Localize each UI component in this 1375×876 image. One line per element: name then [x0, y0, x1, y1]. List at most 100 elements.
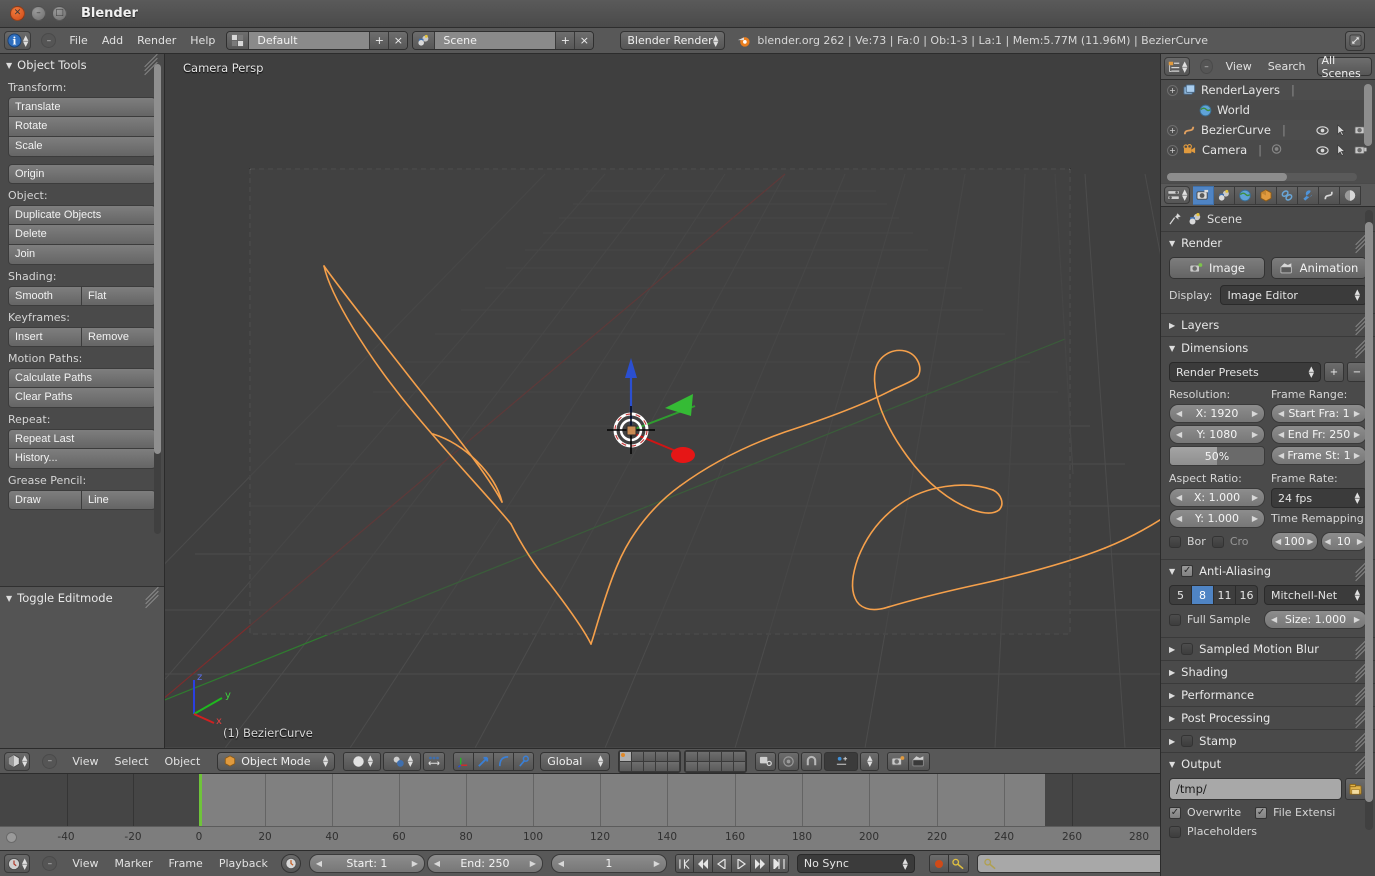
jump-to-start-icon[interactable] — [675, 854, 694, 873]
render-image-button[interactable]: Image — [1169, 257, 1265, 279]
outliner-menu-search[interactable]: Search — [1261, 58, 1313, 75]
cursor-icon[interactable] — [1336, 144, 1347, 157]
properties-tab-scene[interactable] — [1214, 186, 1235, 205]
object-tools-panel-header[interactable]: ▼ Object Tools — [0, 54, 164, 76]
dimensions-section-header[interactable]: ▼ Dimensions — [1161, 337, 1375, 359]
aa-sample-8[interactable]: 8 — [1192, 585, 1214, 605]
layer-block-2[interactable] — [684, 750, 747, 773]
pin-icon[interactable] — [1169, 212, 1183, 226]
collapse-menu-icon[interactable]: – — [42, 856, 57, 871]
scene-remove-button[interactable]: × — [574, 31, 593, 50]
properties-tab-render[interactable] — [1193, 186, 1214, 205]
insert-keyframe-button[interactable]: Insert — [8, 327, 82, 347]
scene-add-button[interactable]: + — [555, 31, 574, 50]
post-processing-header[interactable]: ▶ Post Processing — [1161, 707, 1375, 729]
cursor-icon[interactable] — [1336, 124, 1347, 137]
outliner-editor-type-selector[interactable]: ▲▼ — [1164, 57, 1190, 76]
aa-sample-11[interactable]: 11 — [1214, 585, 1236, 605]
arrow-right-icon[interactable]: ▶ — [1357, 537, 1363, 546]
outliner-display-mode-dropdown[interactable]: All Scenes — [1317, 57, 1373, 76]
eye-icon[interactable] — [1316, 145, 1329, 156]
calculate-paths-button[interactable]: Calculate Paths — [8, 368, 156, 388]
timeline-menu-frame[interactable]: Frame — [162, 855, 210, 872]
auto-keying-button[interactable] — [281, 854, 301, 873]
play-reverse-icon[interactable] — [713, 854, 732, 873]
arrow-left-icon[interactable]: ◀ — [1278, 430, 1284, 439]
repeat-last-button[interactable]: Repeat Last — [8, 429, 156, 449]
timeline-menu-playback[interactable]: Playback — [212, 855, 275, 872]
render-animation-button[interactable]: Animation — [1271, 257, 1367, 279]
outliner-row-beziercurve[interactable]: + BezierCurve | — [1161, 120, 1375, 140]
timeline-menu-view[interactable]: View — [65, 855, 105, 872]
layer-block-1[interactable] — [618, 750, 681, 773]
eye-icon[interactable] — [1316, 125, 1329, 136]
screen-layout-remove-button[interactable]: × — [388, 31, 407, 50]
scale-handle-icon[interactable] — [514, 752, 534, 771]
folder-icon[interactable] — [1345, 778, 1367, 800]
aa-size-field[interactable]: ◀ Size: 1.000 ▶ — [1264, 610, 1367, 629]
aa-sample-5[interactable]: 5 — [1169, 585, 1192, 605]
screen-layout-selector[interactable]: Default + × — [226, 31, 408, 50]
scene-value[interactable]: Scene — [435, 31, 555, 50]
snap-element-dropdown[interactable] — [824, 752, 858, 771]
rotate-manipulator-icon[interactable] — [474, 752, 494, 771]
crop-checkbox[interactable] — [1212, 536, 1224, 548]
properties-tab-constraints[interactable] — [1277, 186, 1298, 205]
sampled-motion-blur-checkbox[interactable] — [1181, 643, 1193, 655]
gp-draw-button[interactable]: Draw — [8, 490, 82, 510]
origin-button[interactable]: Origin — [8, 164, 156, 184]
jump-to-end-icon[interactable] — [770, 854, 789, 873]
arrow-left-icon[interactable]: ◀ — [1176, 514, 1182, 523]
arrow-left-icon[interactable]: ◀ — [1278, 409, 1284, 418]
arrow-right-icon[interactable]: ▶ — [1354, 430, 1360, 439]
timeline-menu-marker[interactable]: Marker — [108, 855, 160, 872]
viewport-menu-object[interactable]: Object — [157, 753, 207, 770]
anti-aliasing-section-header[interactable]: ▼ ✓ Anti-Aliasing — [1161, 560, 1375, 582]
frame-start-field[interactable]: ◀ Start Fra: 1 ▶ — [1271, 404, 1367, 423]
performance-header[interactable]: ▶ Performance — [1161, 684, 1375, 706]
screen-layout-value[interactable]: Default — [249, 31, 369, 50]
aa-filter-dropdown[interactable]: Mitchell-Net ▲▼ — [1264, 585, 1367, 605]
resolution-y-field[interactable]: ◀ Y: 1080 ▶ — [1169, 425, 1265, 444]
shade-smooth-button[interactable]: Smooth — [8, 286, 82, 306]
clear-paths-button[interactable]: Clear Paths — [8, 388, 156, 408]
arrow-right-icon[interactable]: ▶ — [1354, 409, 1360, 418]
arrow-left-icon[interactable]: ◀ — [1325, 537, 1331, 546]
toggle-editmode-header[interactable]: ▼ Toggle Editmode — [0, 587, 165, 609]
expand-icon[interactable]: + — [1167, 125, 1178, 136]
outliner-row-world[interactable]: World — [1161, 100, 1375, 120]
arrow-right-icon[interactable]: ▶ — [1252, 430, 1258, 439]
full-sample-checkbox[interactable] — [1169, 614, 1181, 626]
history-button[interactable]: History... — [8, 449, 156, 469]
overwrite-checkbox[interactable]: ✓ — [1169, 807, 1181, 819]
properties-tab-data[interactable] — [1319, 186, 1340, 205]
sampled-motion-blur-header[interactable]: ▶ Sampled Motion Blur — [1161, 638, 1375, 660]
delete-button[interactable]: Delete — [8, 225, 156, 245]
prev-keyframe-icon[interactable] — [694, 854, 713, 873]
arrow-left-icon[interactable]: ◀ — [1176, 430, 1182, 439]
time-remap-old-field[interactable]: ◀ 100 ▶ — [1271, 532, 1318, 551]
interaction-mode-dropdown[interactable]: Object Mode ▲▼ — [217, 752, 335, 771]
viewport-shading-dropdown[interactable]: ▲▼ — [343, 752, 381, 771]
arrow-right-icon[interactable]: ▶ — [1354, 451, 1360, 460]
properties-editor-type-selector[interactable]: ▲▼ — [1164, 186, 1190, 204]
next-keyframe-icon[interactable] — [751, 854, 770, 873]
frame-end-field[interactable]: ◀ End: 250 ▶ — [427, 854, 543, 873]
aspect-x-field[interactable]: ◀ X: 1.000 ▶ — [1169, 488, 1265, 507]
arrow-right-icon[interactable]: ▶ — [412, 859, 418, 868]
arrow-left-icon[interactable]: ◀ — [1278, 451, 1284, 460]
transform-orientation-dropdown[interactable]: Global ▲▼ — [540, 752, 610, 771]
frame-step-field[interactable]: ◀ Frame St: 1 ▶ — [1271, 446, 1367, 465]
time-remap-new-field[interactable]: ◀ 10 ▶ — [1321, 532, 1368, 551]
frame-end-field[interactable]: ◀ End Fr: 250 ▶ — [1271, 425, 1367, 444]
expand-icon[interactable]: + — [1167, 145, 1178, 156]
shade-flat-button[interactable]: Flat — [82, 286, 156, 306]
scale-manipulator-icon[interactable] — [494, 752, 514, 771]
duplicate-objects-button[interactable]: Duplicate Objects — [8, 205, 156, 225]
scene-selector[interactable]: Scene + × — [412, 31, 594, 50]
play-icon[interactable] — [732, 854, 751, 873]
gp-line-button[interactable]: Line — [82, 490, 156, 510]
arrow-left-icon[interactable]: ◀ — [558, 859, 564, 868]
properties-tab-modifiers[interactable] — [1298, 186, 1319, 205]
stamp-checkbox[interactable] — [1181, 735, 1193, 747]
